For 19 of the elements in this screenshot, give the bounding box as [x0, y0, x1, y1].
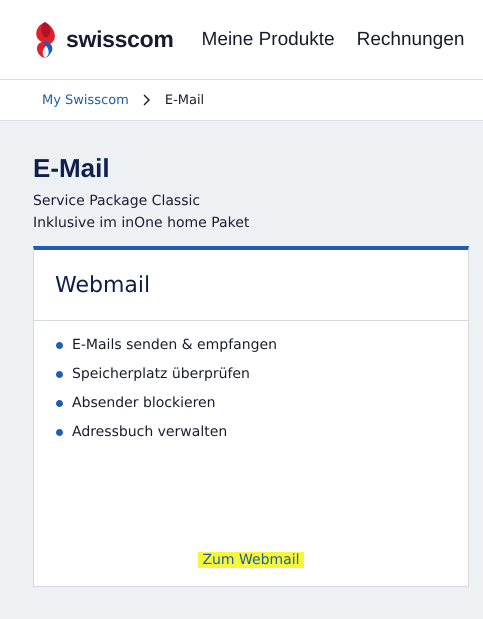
- nav-link[interactable]: Rechnungen: [356, 28, 464, 50]
- nav-link[interactable]: Meine Produkte: [202, 28, 335, 50]
- subtitle: Service Package Classic: [33, 192, 202, 211]
- webmail-link[interactable]: Zum Webmail: [198, 552, 304, 568]
- chevron-icon: [142, 94, 151, 106]
- bullet-icon: [56, 428, 63, 436]
- brand-name[interactable]: swisscom: [66, 26, 174, 53]
- feature-text: Absender blockieren: [72, 395, 216, 411]
- breadcrumb-current: E-Mail: [164, 92, 204, 108]
- feature-text: Adressbuch verwalten: [72, 424, 228, 440]
- page-title: E-Mail: [33, 153, 111, 184]
- breadcrumb-link[interactable]: My Swisscom: [42, 92, 129, 108]
- bullet-icon: [56, 370, 63, 378]
- bullet-icon: [56, 400, 63, 406]
- bullet-icon: [56, 342, 63, 348]
- subtitle: Inklusive im inOne home Paket: [33, 214, 250, 233]
- card-title: Webmail: [34, 250, 468, 321]
- feature-text: Speicherplatz überprüfen: [72, 366, 250, 382]
- feature-text: E-Mails senden & empfangen: [72, 337, 277, 353]
